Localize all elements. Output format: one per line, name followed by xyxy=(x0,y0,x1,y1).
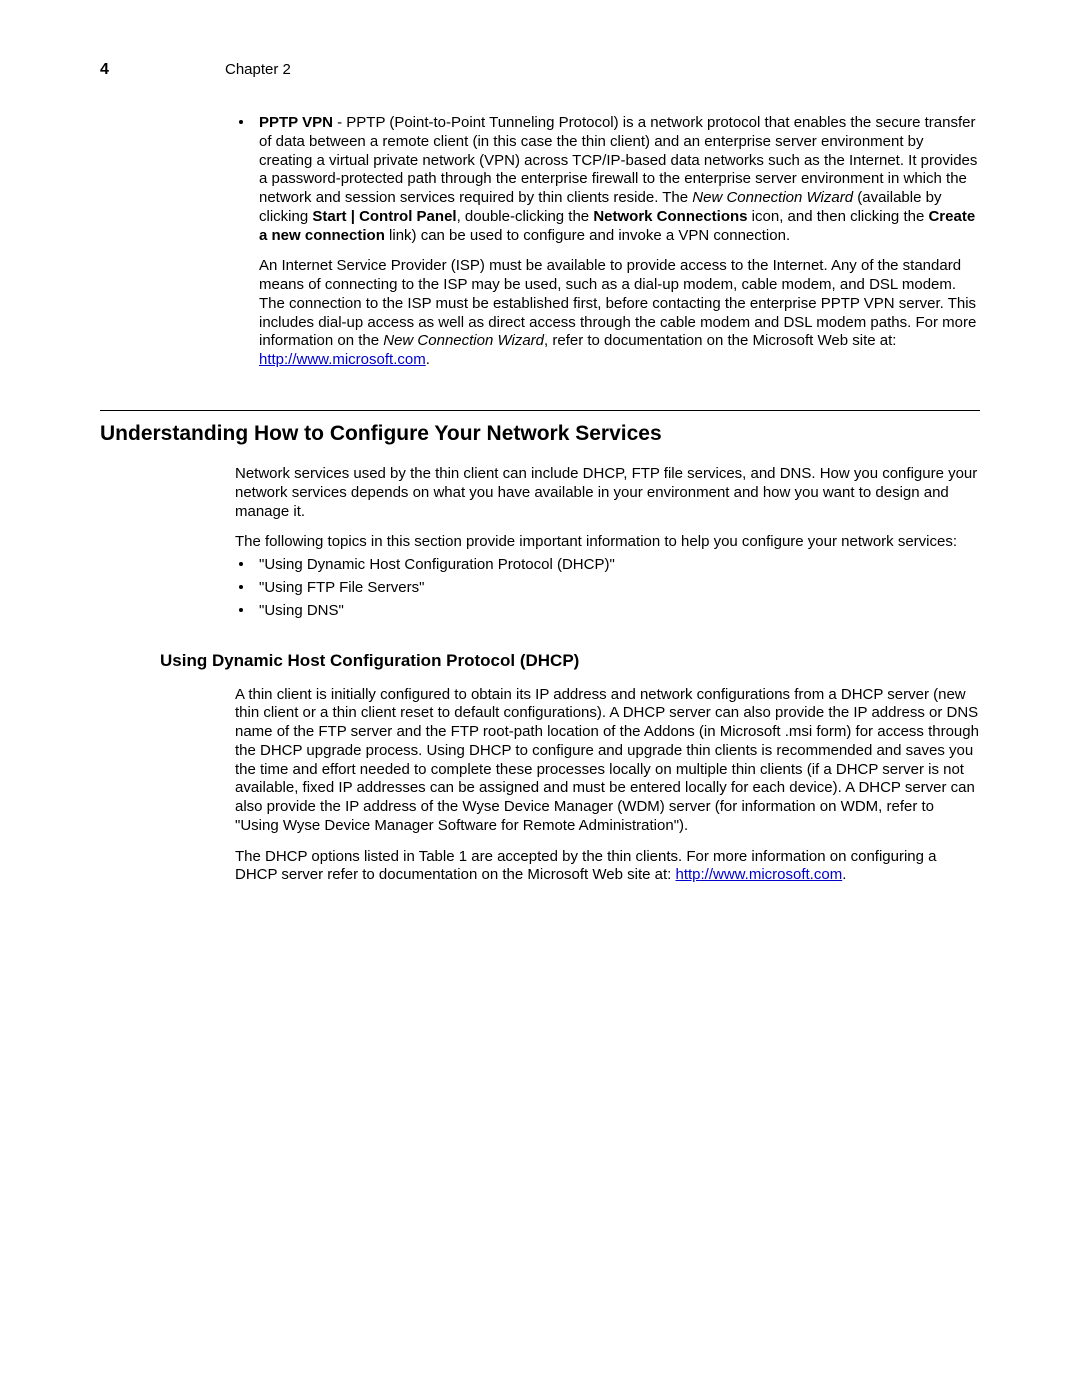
dhcp-block: A thin client is initially configured to… xyxy=(235,686,980,886)
topic-label: "Using FTP File Servers" xyxy=(259,579,424,596)
topic-item-dns: "Using DNS" xyxy=(235,602,980,621)
pptp-bold-netconn: Network Connections xyxy=(593,208,747,225)
topic-item-dhcp: "Using Dynamic Host Configuration Protoc… xyxy=(235,556,980,575)
pptp-p2-part3: . xyxy=(426,351,430,368)
document-page: 4 Chapter 2 PPTP VPN - PPTP (Point-to-Po… xyxy=(0,0,1080,1397)
bullet-icon xyxy=(239,120,243,124)
pptp-paragraph-2: An Internet Service Provider (ISP) must … xyxy=(259,257,980,370)
pptp-p1-part3: , double-clicking the xyxy=(457,208,594,225)
dhcp-p2: The DHCP options listed in Table 1 are a… xyxy=(235,848,980,886)
pptp-italic-wizard: New Connection Wizard xyxy=(692,189,853,206)
topic-label: "Using Dynamic Host Configuration Protoc… xyxy=(259,556,615,573)
section-divider xyxy=(100,410,980,411)
dhcp-p2-part2: . xyxy=(842,866,846,883)
ns-intro-p2: The following topics in this section pro… xyxy=(235,533,980,552)
pptp-bullet-item: PPTP VPN - PPTP (Point-to-Point Tunnelin… xyxy=(235,114,980,370)
topic-item-ftp: "Using FTP File Servers" xyxy=(235,579,980,598)
network-services-intro: Network services used by the thin client… xyxy=(235,465,980,620)
pptp-vpn-block: PPTP VPN - PPTP (Point-to-Point Tunnelin… xyxy=(235,114,980,370)
pptp-dash: - xyxy=(333,114,346,131)
ns-intro-p1: Network services used by the thin client… xyxy=(235,465,980,521)
pptp-italic-wizard2: New Connection Wizard xyxy=(383,332,544,349)
topic-label: "Using DNS" xyxy=(259,602,344,619)
pptp-bold-start-cp: Start | Control Panel xyxy=(312,208,456,225)
bullet-icon xyxy=(239,608,243,612)
pptp-p2-part2: , refer to documentation on the Microsof… xyxy=(544,332,896,349)
chapter-label: Chapter 2 xyxy=(225,61,291,80)
topic-list: "Using Dynamic Host Configuration Protoc… xyxy=(235,556,980,620)
subsection-title-dhcp: Using Dynamic Host Configuration Protoco… xyxy=(160,650,980,671)
pptp-bold-lead: PPTP VPN xyxy=(259,114,333,131)
microsoft-link-1[interactable]: http://www.microsoft.com xyxy=(259,351,426,368)
pptp-p1-part4: icon, and then clicking the xyxy=(748,208,929,225)
section-title-network-services: Understanding How to Configure Your Netw… xyxy=(100,421,980,447)
dhcp-p1: A thin client is initially configured to… xyxy=(235,686,980,836)
page-header: 4 Chapter 2 xyxy=(100,60,980,80)
pptp-p1-part5: link) can be used to configure and invok… xyxy=(385,227,790,244)
microsoft-link-2[interactable]: http://www.microsoft.com xyxy=(675,866,842,883)
bullet-icon xyxy=(239,562,243,566)
page-number: 4 xyxy=(100,60,225,80)
bullet-icon xyxy=(239,585,243,589)
